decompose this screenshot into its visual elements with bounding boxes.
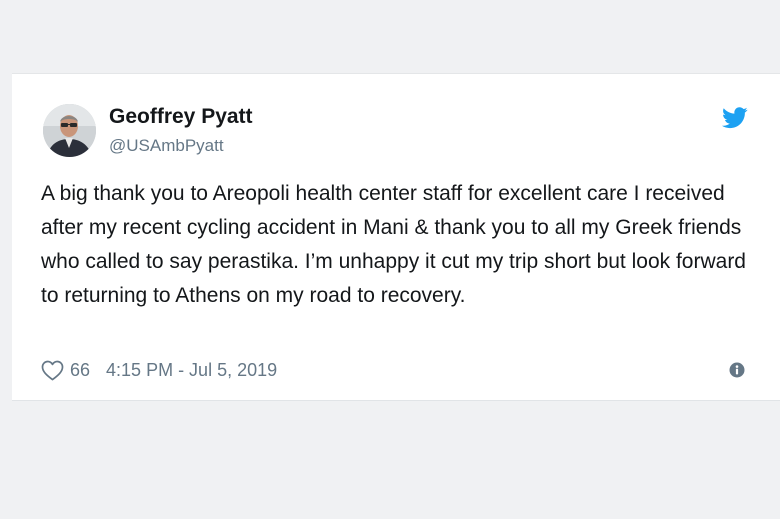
twitter-bird-icon[interactable] <box>722 107 748 129</box>
tweet-card: Geoffrey Pyatt @USAmbPyatt A big thank y… <box>12 73 780 401</box>
author-name[interactable]: Geoffrey Pyatt <box>109 105 253 129</box>
tweet-timestamp[interactable]: 4:15 PM - Jul 5, 2019 <box>106 360 277 381</box>
like-count[interactable]: 66 <box>70 360 90 381</box>
heart-icon[interactable] <box>41 360 64 381</box>
profile-photo <box>43 104 96 157</box>
author-handle[interactable]: @USAmbPyatt <box>109 136 224 156</box>
avatar[interactable] <box>43 104 96 157</box>
info-icon[interactable] <box>729 362 745 378</box>
tweet-text: A big thank you to Areopoli health cente… <box>41 182 746 307</box>
tweet-footer: 66 4:15 PM - Jul 5, 2019 <box>41 358 277 382</box>
